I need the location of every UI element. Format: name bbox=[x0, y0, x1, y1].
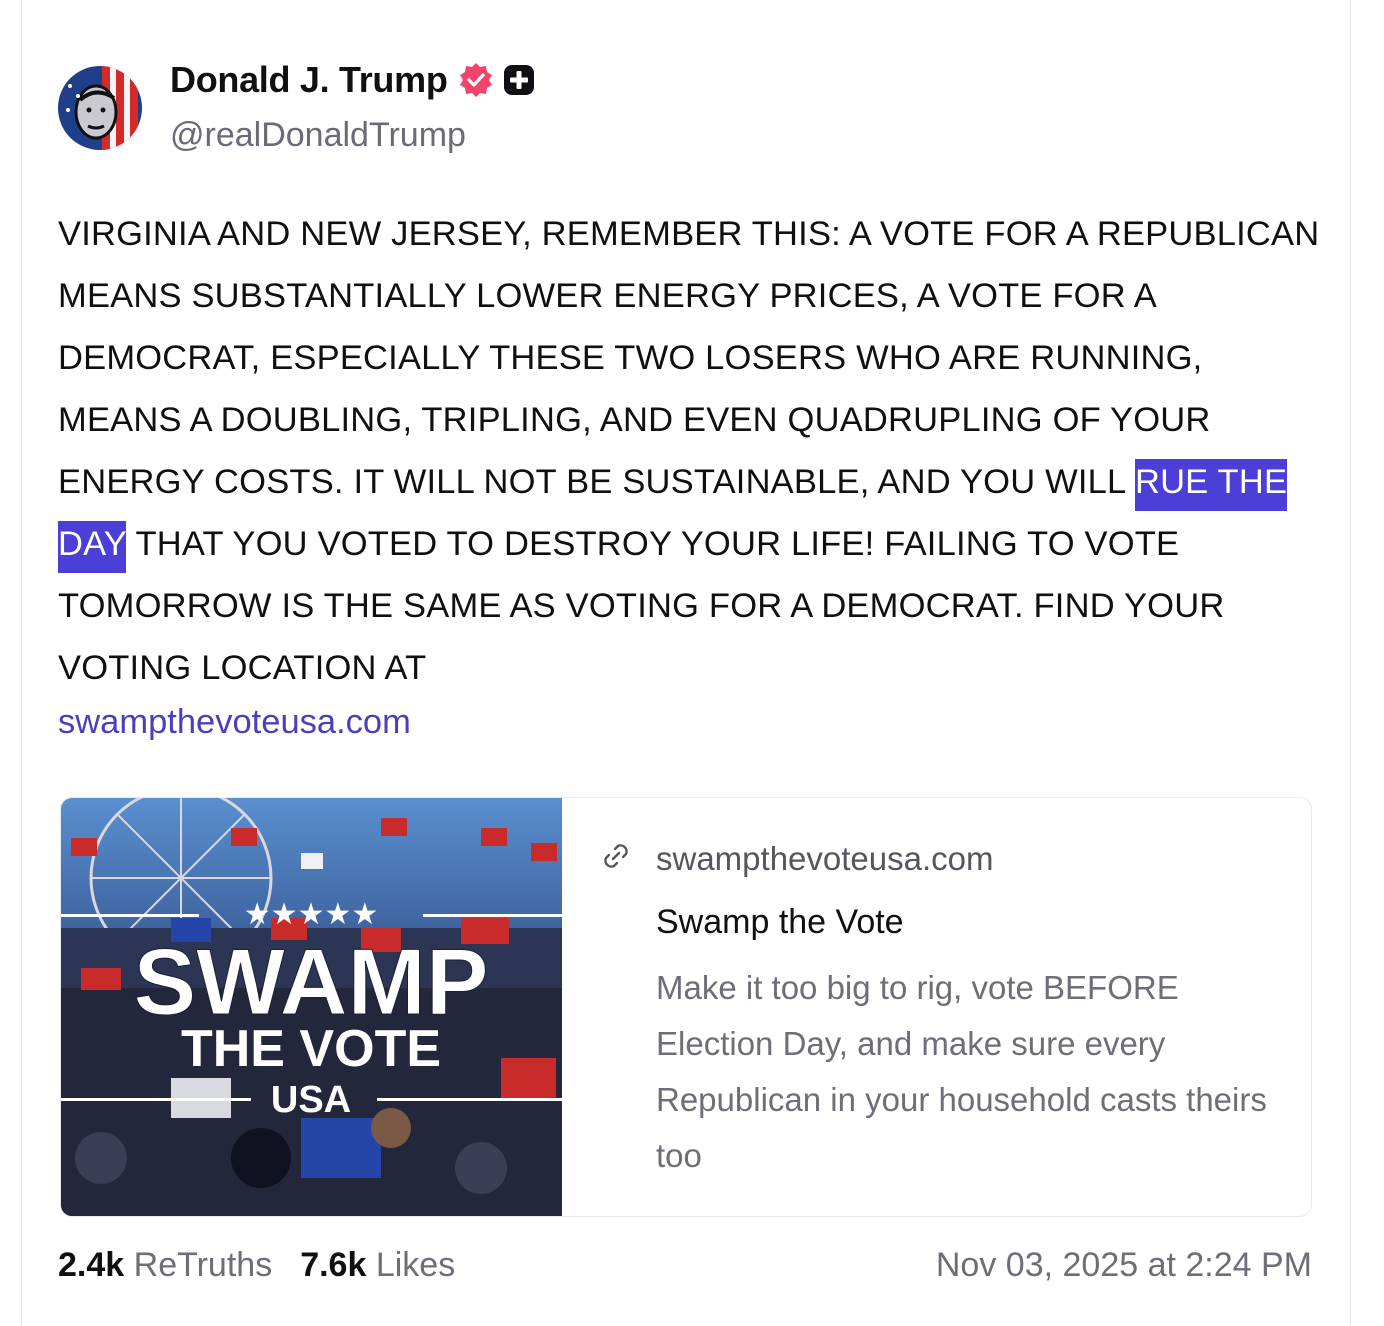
preview-image: ★★★★★ SWAMP THE VOTE USA bbox=[61, 798, 562, 1216]
preview-image-usa: USA bbox=[271, 1079, 351, 1121]
preview-domain[interactable]: swampthevoteusa.com bbox=[656, 840, 994, 878]
author-row: Donald J. Trump bbox=[170, 58, 535, 102]
preview-image-subtitle: THE VOTE bbox=[181, 1020, 441, 1078]
retruths-count: 2.4k bbox=[58, 1246, 125, 1284]
retruths-label: ReTruths bbox=[133, 1246, 273, 1284]
preview-description: Make it too big to rig, vote BEFORE Elec… bbox=[656, 969, 1267, 1174]
retruths-stat[interactable]: 2.4k ReTruths bbox=[58, 1246, 272, 1285]
post-text-after: THAT YOU VOTED TO DESTROY YOUR LIFE! FAI… bbox=[58, 525, 1225, 687]
post-text-before: VIRGINIA AND NEW JERSEY, REMEMBER THIS: … bbox=[58, 215, 1320, 501]
truth-plus-icon bbox=[503, 64, 535, 96]
post-body: VIRGINIA AND NEW JERSEY, REMEMBER THIS: … bbox=[58, 203, 1328, 699]
preview-link-icon-wrap bbox=[598, 838, 634, 874]
likes-count: 7.6k bbox=[300, 1246, 367, 1284]
author-name[interactable]: Donald J. Trump bbox=[170, 59, 448, 101]
likes-stat[interactable]: 7.6k Likes bbox=[300, 1246, 455, 1285]
preview-image-title: SWAMP bbox=[133, 929, 488, 1034]
verified-badge-icon bbox=[457, 61, 495, 99]
post-link[interactable]: swampthevoteusa.com bbox=[58, 703, 411, 742]
avatar[interactable] bbox=[58, 66, 142, 150]
post-timestamp[interactable]: Nov 03, 2025 at 2:24 PM bbox=[936, 1246, 1312, 1285]
link-icon bbox=[604, 844, 628, 868]
preview-title[interactable]: Swamp the Vote bbox=[656, 903, 904, 942]
preview-image-stars: ★★★★★ bbox=[244, 897, 378, 932]
post-stats: 2.4k ReTruths 7.6k Likes bbox=[58, 1246, 483, 1285]
likes-label: Likes bbox=[375, 1246, 456, 1284]
author-handle[interactable]: @realDonaldTrump bbox=[170, 116, 466, 155]
